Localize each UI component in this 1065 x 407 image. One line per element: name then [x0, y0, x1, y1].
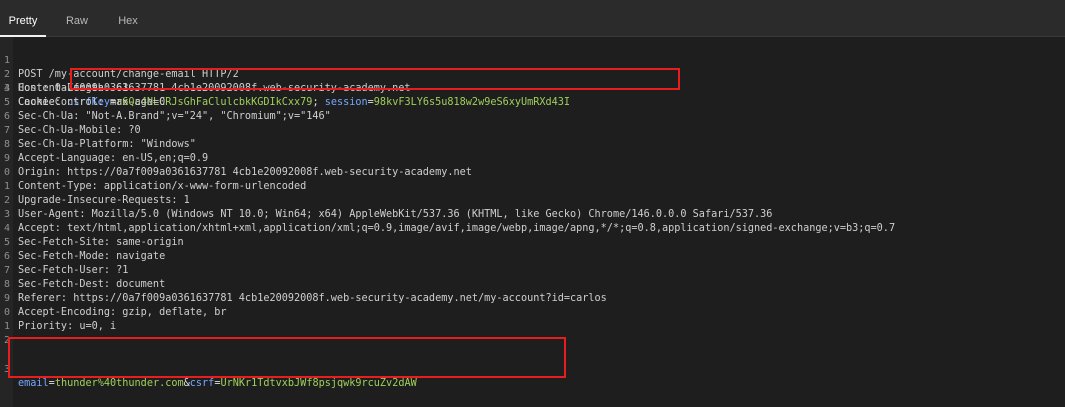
header-sec-fetch-user: Sec-Fetch-User: ?1	[18, 265, 129, 276]
body-email-value: thunder%40thunder.com	[54, 378, 184, 389]
line-number: 2	[3, 335, 10, 346]
header-referer: Referer: https://0a7f009a0361637781 4cb1…	[18, 293, 607, 304]
header-line: 2 Host: 0a7f009a0361637781 4cb1e20092008…	[0, 54, 411, 94]
line-number: 0	[3, 167, 10, 178]
header-sec-fetch-dest: Sec-Fetch-Dest: document	[18, 279, 166, 290]
line-number: 7	[3, 125, 10, 136]
header-content-type: Content-Type: application/x-www-form-url…	[18, 181, 307, 192]
header-sec-fetch-mode: Sec-Fetch-Mode: navigate	[18, 251, 166, 262]
header-sec-ch-ua-platform: Sec-Ch-Ua-Platform: "Windows"	[18, 139, 196, 150]
header-accept-encoding: Accept-Encoding: gzip, deflate, br	[18, 307, 227, 318]
header-priority: Priority: u=0, i	[18, 321, 117, 332]
header-user-agent: User-Agent: Mozilla/5.0 (Windows NT 10.0…	[18, 209, 773, 220]
line-number: 9	[3, 293, 10, 304]
header-sec-ch-ua-mobile: Sec-Ch-Ua-Mobile: ?0	[18, 125, 141, 136]
body-email-name: email	[18, 378, 49, 389]
header-content-length: Content-Length: 63	[18, 83, 129, 94]
body-highlight-box	[8, 337, 566, 378]
line-number: 1	[3, 321, 10, 332]
request-editor[interactable]: 1 POST /my-account/change-email HTTP/2 2…	[0, 37, 1065, 407]
request-line-text: POST /my-account/change-email HTTP/2	[18, 69, 239, 80]
line-number: 5	[3, 97, 10, 108]
line-number: 6	[3, 251, 10, 262]
header-origin: Origin: https://0a7f009a0361637781 4cb1e…	[18, 167, 472, 178]
cookie-session-name: session	[324, 97, 368, 108]
request-body-line: 3 email=thunder%40thunder.com&csrf=UrNKr…	[0, 349, 417, 389]
line-number: 8	[3, 279, 10, 290]
line-number: 2	[3, 195, 10, 206]
line-number: 7	[3, 265, 10, 276]
header-upgrade-insecure: Upgrade-Insecure-Requests: 1	[18, 195, 190, 206]
line-number: 8	[3, 139, 10, 150]
request-body: email=thunder%40thunder.com&csrf=UrNKr1T…	[18, 378, 417, 389]
cookie-separator: ;	[312, 97, 325, 108]
line-number: 1	[3, 181, 10, 192]
line-number: 5	[3, 237, 10, 248]
header-accept-language: Accept-Language: en-US,en;q=0.9	[18, 153, 209, 164]
line-number: 4	[3, 223, 10, 234]
line-number: 0	[3, 307, 10, 318]
header-line: 3 Cookie: csrfKey=r6Qc4NLCRJsGhFaClulcbk…	[0, 68, 570, 108]
message-view-tabs: Pretty Raw Hex	[0, 0, 1065, 37]
header-sec-fetch-site: Sec-Fetch-Site: same-origin	[18, 237, 184, 248]
tab-pretty[interactable]: Pretty	[0, 0, 46, 37]
line-number: 9	[3, 153, 10, 164]
tab-hex[interactable]: Hex	[107, 0, 149, 35]
body-csrf-name: csrf	[189, 378, 215, 389]
cookie-session-value: 98kvF3LY6s5u818w2w9eS6xyUmRXd43I	[373, 97, 571, 108]
header-cache-control: Cache-Control: max-age=0	[18, 97, 166, 108]
header-sec-ch-ua: Sec-Ch-Ua: "Not-A.Brand";v="24", "Chromi…	[18, 111, 331, 122]
body-csrf-value: UrNKr1TdtvxbJWf8psjqwk9rcuZv2dAW	[220, 378, 417, 389]
line-number: 4	[3, 83, 10, 94]
header-accept: Accept: text/html,application/xhtml+xml,…	[18, 223, 896, 234]
line-number: 3	[3, 209, 10, 220]
line-number: 6	[3, 111, 10, 122]
line-number: 3	[3, 364, 10, 375]
request-line: 1 POST /my-account/change-email HTTP/2	[0, 40, 239, 80]
tab-raw[interactable]: Raw	[56, 0, 98, 35]
